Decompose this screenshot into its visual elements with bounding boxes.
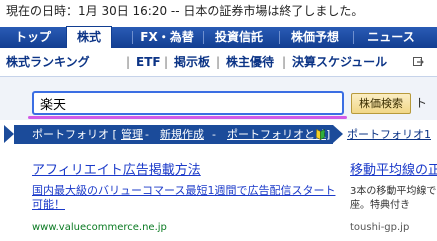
portfolio-dash: - [212, 128, 216, 141]
nav-divider [279, 31, 280, 44]
ad-description: 座。特典付き [350, 200, 410, 211]
portfolio-bracket: ] [326, 128, 331, 141]
stock-search-input[interactable] [32, 91, 344, 115]
nav-divider [203, 31, 204, 44]
main-nav: トップ 株式 FX・為替 投資信託 株価予想 ニュース [0, 26, 437, 48]
ad-title-link[interactable]: 移動平均線の正 [350, 159, 437, 178]
portfolio-label: ポートフォリオ [ [32, 128, 117, 141]
stock-search-button[interactable]: 株価検索 [351, 93, 411, 114]
subnav-item-board[interactable]: 掲示板 [174, 54, 210, 71]
portfolio-bar-arrow [333, 125, 343, 143]
sub-nav: 株式ランキング | ETF | 掲示板 | 株主優待 | 決算スケジュール [0, 49, 437, 77]
subnav-separator: | [126, 55, 131, 69]
ad-description-link[interactable]: 可能！ [32, 198, 65, 212]
market-status-text: 現在の日時：1月 30日 16:20 -- 日本の証券市場は終了しました。 [6, 4, 364, 18]
portfolio-about-link[interactable]: ポートフォリオとは [227, 125, 326, 144]
nav-divider [132, 31, 133, 44]
tab-fx[interactable]: FX・為替 [138, 27, 196, 48]
portfolio-1-link[interactable]: ポートフォリオ1 [347, 126, 431, 143]
beginner-mark-icon [316, 129, 325, 140]
subnav-separator: | [282, 55, 287, 69]
ad-url[interactable]: toushi-gp.jp [350, 222, 409, 233]
ad-title-link[interactable]: アフィリエイト広告掲載方法 [32, 159, 201, 178]
tab-top[interactable]: トップ [8, 27, 58, 48]
subnav-item-earnings-schedule[interactable]: 決算スケジュール [292, 54, 387, 71]
portfolio-manage-link[interactable]: 管理 [121, 125, 143, 144]
subnav-item-ranking[interactable]: 株式ランキング [6, 54, 90, 71]
nav-divider [353, 31, 354, 44]
tab-funds[interactable]: 投資信託 [208, 27, 270, 48]
ad-description: 3本の移動平均線で [350, 186, 437, 197]
tab-news[interactable]: ニュース [360, 27, 422, 48]
ad-description-link[interactable]: 国内最大級のバリューコマース最短1週間で広告配信スタート [32, 184, 335, 198]
tab-stocks[interactable]: 株式 [66, 26, 112, 48]
portfolio-new-link[interactable]: 新規作成 [160, 125, 204, 144]
subnav-item-benefits[interactable]: 株主優待 [226, 54, 274, 71]
search-focus-highlight [28, 116, 347, 119]
external-link-icon [413, 57, 424, 66]
ad-url[interactable]: www.valuecommerce.ne.jp [32, 222, 167, 233]
portfolio-bar-arrow [4, 125, 14, 143]
subnav-separator: | [164, 55, 169, 69]
subnav-separator: | [216, 55, 221, 69]
subnav-item-etf[interactable]: ETF [136, 54, 161, 71]
tab-stock-forecast[interactable]: 株価予想 [284, 27, 346, 48]
portfolio-dash: - [145, 128, 149, 141]
portfolio-bar: ポートフォリオ [ 管理 - 新規作成 - ポートフォリオとは ] [14, 125, 333, 144]
search-trailing-text: ト [415, 96, 428, 110]
